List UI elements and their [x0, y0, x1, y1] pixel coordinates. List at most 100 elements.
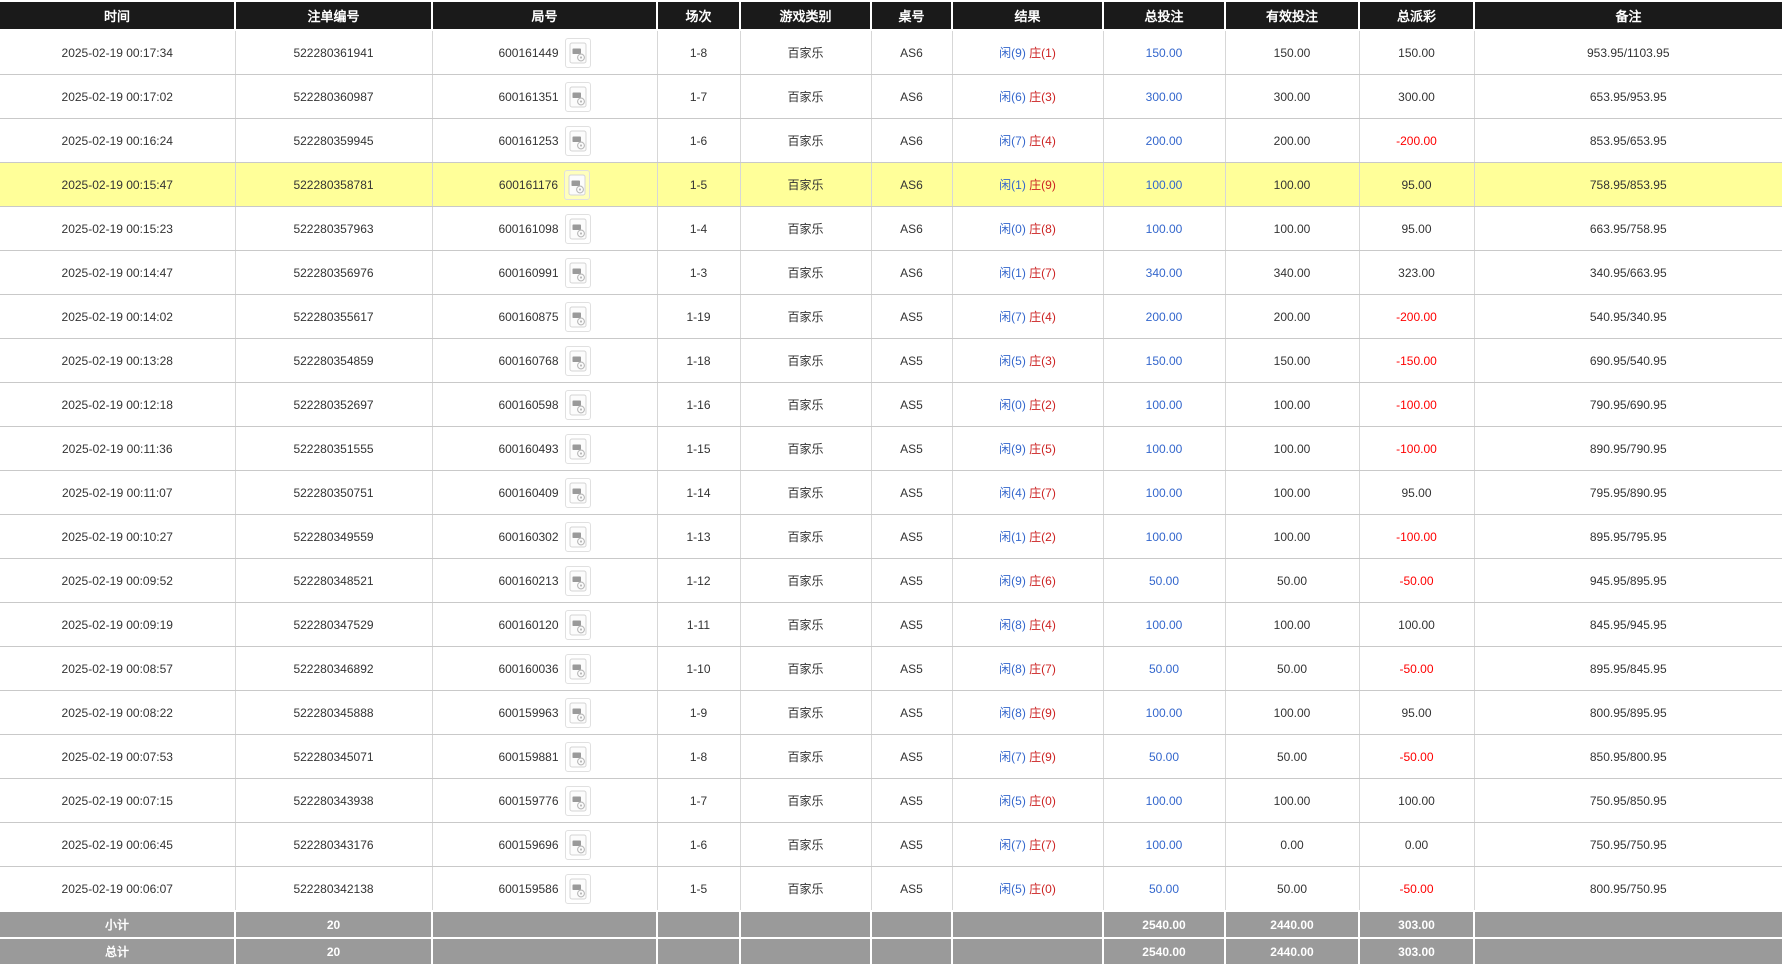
game-record-icon[interactable]	[564, 257, 591, 288]
time-cell: 2025-02-19 00:08:57	[0, 646, 236, 691]
game-record-icon[interactable]	[564, 477, 591, 508]
round-number: 600159963	[498, 705, 559, 720]
footer-empty-cell	[432, 910, 658, 938]
game-type-cell: 百家乐	[740, 162, 872, 207]
player-result: 闲(0)	[999, 398, 1026, 412]
round-cell: 600160302	[432, 514, 658, 559]
game-record-icon[interactable]	[564, 213, 591, 244]
game-type-cell: 百家乐	[740, 602, 872, 647]
game-record-icon[interactable]	[564, 697, 591, 728]
payout-cell: 95.00	[1359, 690, 1475, 735]
table-row: 2025-02-19 00:07:15 522280343938 6001597…	[0, 778, 1782, 823]
footer-empty-cell	[952, 910, 1104, 938]
footer-empty-cell	[952, 937, 1104, 964]
table-row: 2025-02-19 00:16:24 522280359945 6001612…	[0, 118, 1782, 163]
game-record-icon[interactable]	[564, 741, 591, 772]
total-bet-link[interactable]: 100.00	[1146, 706, 1183, 720]
game-record-icon[interactable]	[564, 521, 591, 552]
table-row: 2025-02-19 00:08:57 522280346892 6001600…	[0, 646, 1782, 691]
valid-bet-cell: 200.00	[1225, 294, 1360, 339]
payout-cell: -150.00	[1359, 338, 1475, 383]
game-record-icon[interactable]	[564, 169, 591, 200]
col-header-round: 局号	[432, 2, 658, 31]
subtotal-valid-bet: 2440.00	[1225, 910, 1360, 938]
total-bet-link[interactable]: 100.00	[1146, 178, 1183, 192]
total-bet-link[interactable]: 100.00	[1146, 794, 1183, 808]
game-record-icon[interactable]	[564, 37, 591, 68]
game-record-icon[interactable]	[564, 389, 591, 420]
total-bet-cell: 50.00	[1103, 558, 1226, 603]
grand-total-label: 总计	[0, 937, 236, 964]
total-bet-link[interactable]: 100.00	[1146, 486, 1183, 500]
result-cell: 闲(9) 庄(6)	[952, 558, 1104, 603]
grand-total-valid-bet: 2440.00	[1225, 937, 1360, 964]
total-bet-link[interactable]: 100.00	[1146, 222, 1183, 236]
game-record-icon[interactable]	[564, 609, 591, 640]
game-record-icon[interactable]	[564, 785, 591, 816]
game-type-cell: 百家乐	[740, 470, 872, 515]
banker-result: 庄(1)	[1029, 46, 1056, 60]
table-no-cell: AS5	[871, 426, 953, 471]
total-bet-cell: 100.00	[1103, 602, 1226, 647]
game-type-cell: 百家乐	[740, 338, 872, 383]
game-record-icon[interactable]	[564, 345, 591, 376]
result-cell: 闲(0) 庄(8)	[952, 206, 1104, 251]
result-cell: 闲(9) 庄(1)	[952, 30, 1104, 75]
total-bet-cell: 150.00	[1103, 338, 1226, 383]
total-bet-link[interactable]: 100.00	[1146, 530, 1183, 544]
total-bet-link[interactable]: 50.00	[1149, 750, 1179, 764]
total-bet-link[interactable]: 50.00	[1149, 662, 1179, 676]
banker-result: 庄(7)	[1029, 486, 1056, 500]
total-bet-link[interactable]: 50.00	[1149, 882, 1179, 896]
round-number: 600160598	[498, 397, 559, 412]
bet-id-cell: 522280352697	[235, 382, 433, 427]
table-row: 2025-02-19 00:08:22 522280345888 6001599…	[0, 690, 1782, 735]
payout-cell: 95.00	[1359, 470, 1475, 515]
total-bet-link[interactable]: 100.00	[1146, 398, 1183, 412]
session-cell: 1-10	[657, 646, 741, 691]
remark-cell: 750.95/750.95	[1474, 822, 1782, 867]
game-record-icon[interactable]	[564, 301, 591, 332]
total-bet-link[interactable]: 200.00	[1146, 310, 1183, 324]
round-cell: 600161351	[432, 74, 658, 119]
payout-cell: -50.00	[1359, 558, 1475, 603]
total-bet-link[interactable]: 150.00	[1146, 354, 1183, 368]
bet-id-cell: 522280354859	[235, 338, 433, 383]
payout-cell: 95.00	[1359, 162, 1475, 207]
game-record-icon[interactable]	[564, 125, 591, 156]
banker-result: 庄(4)	[1029, 618, 1056, 632]
payout-cell: -200.00	[1359, 118, 1475, 163]
valid-bet-cell: 100.00	[1225, 162, 1360, 207]
valid-bet-cell: 50.00	[1225, 866, 1360, 912]
game-record-icon[interactable]	[564, 873, 591, 904]
total-bet-link[interactable]: 200.00	[1146, 134, 1183, 148]
total-bet-link[interactable]: 100.00	[1146, 442, 1183, 456]
game-record-icon[interactable]	[564, 565, 591, 596]
game-record-icon[interactable]	[564, 829, 591, 860]
total-bet-link[interactable]: 300.00	[1146, 90, 1183, 104]
remark-cell: 895.95/795.95	[1474, 514, 1782, 559]
total-bet-link[interactable]: 150.00	[1146, 46, 1183, 60]
game-record-icon[interactable]	[564, 433, 591, 464]
total-bet-cell: 300.00	[1103, 74, 1226, 119]
round-cell: 600159696	[432, 822, 658, 867]
game-type-cell: 百家乐	[740, 866, 872, 912]
total-bet-link[interactable]: 340.00	[1146, 266, 1183, 280]
result-cell: 闲(1) 庄(2)	[952, 514, 1104, 559]
total-bet-link[interactable]: 100.00	[1146, 618, 1183, 632]
bet-id-cell: 522280350751	[235, 470, 433, 515]
total-bet-link[interactable]: 100.00	[1146, 838, 1183, 852]
valid-bet-cell: 50.00	[1225, 558, 1360, 603]
round-number: 600160768	[498, 353, 559, 368]
bet-id-cell: 522280348521	[235, 558, 433, 603]
game-record-icon[interactable]	[564, 81, 591, 112]
total-bet-link[interactable]: 50.00	[1149, 574, 1179, 588]
player-result: 闲(0)	[999, 222, 1026, 236]
col-header-game-type: 游戏类别	[740, 2, 872, 31]
game-record-icon[interactable]	[564, 653, 591, 684]
game-type-cell: 百家乐	[740, 822, 872, 867]
bet-id-cell: 522280345888	[235, 690, 433, 735]
col-header-payout: 总派彩	[1359, 2, 1475, 31]
player-result: 闲(1)	[999, 530, 1026, 544]
player-result: 闲(8)	[999, 662, 1026, 676]
